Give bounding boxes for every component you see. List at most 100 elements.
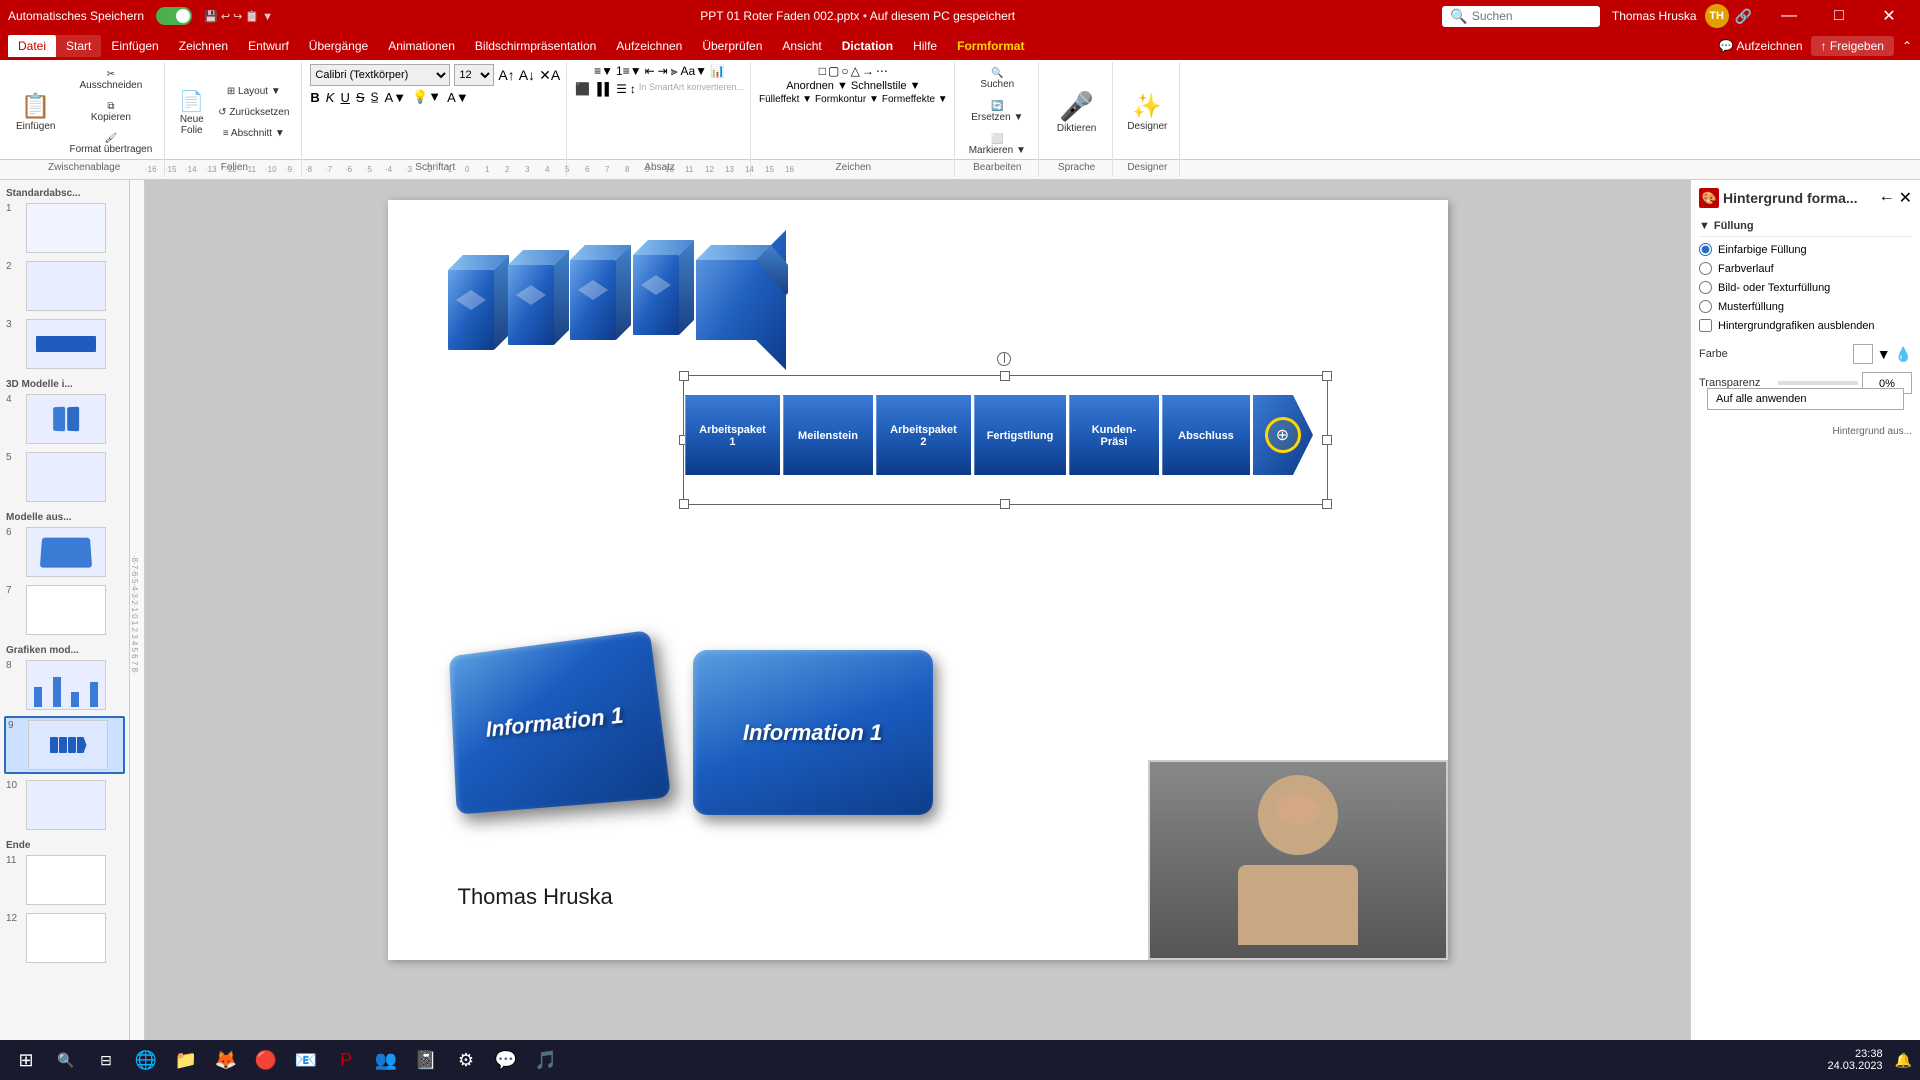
process-flow[interactable]: Arbeitspaket1 Meilenstein Arbeitspaket2 … bbox=[685, 375, 1323, 495]
fill-image-radio[interactable] bbox=[1699, 281, 1712, 294]
rotate-handle[interactable] bbox=[997, 352, 1011, 366]
slide-thumb-1[interactable]: 1 bbox=[4, 201, 125, 255]
color-dropdown[interactable]: ▼ bbox=[1877, 346, 1891, 362]
info-box-1[interactable]: Information 1 bbox=[448, 640, 658, 805]
decrease-font-button[interactable]: A↓ bbox=[519, 67, 535, 83]
search-taskbar-button[interactable]: 🔍 bbox=[48, 1042, 84, 1078]
hide-graphics-check[interactable] bbox=[1699, 319, 1712, 332]
bold-button[interactable]: B bbox=[310, 90, 319, 105]
slide-thumb-12[interactable]: 12 bbox=[4, 911, 125, 965]
menu-start[interactable]: Start bbox=[56, 35, 101, 57]
maximize-button[interactable]: □ bbox=[1816, 0, 1862, 32]
slide-thumb-4[interactable]: 4 bbox=[4, 392, 125, 446]
menu-aufzeichnen[interactable]: Aufzeichnen bbox=[606, 35, 692, 57]
text-direction-button[interactable]: Aa▼ bbox=[680, 64, 707, 79]
share-icon[interactable]: 🔗 bbox=[1735, 8, 1752, 25]
font-family-select[interactable]: Calibri (Textkörper) bbox=[310, 64, 450, 86]
font-color-button[interactable]: A▼ bbox=[385, 90, 407, 105]
panel-close-button[interactable]: ✕ bbox=[1899, 188, 1912, 208]
clear-format-button[interactable]: ✕A bbox=[539, 67, 560, 84]
indent-more-button[interactable]: ⇥ bbox=[658, 64, 668, 79]
process-box-2[interactable]: Meilenstein bbox=[783, 395, 873, 475]
search-input[interactable] bbox=[1472, 9, 1592, 23]
abschnitt-button[interactable]: ≡ Abschnitt ▼ bbox=[212, 124, 295, 143]
slide-thumb-7[interactable]: 7 bbox=[4, 583, 125, 637]
firefox-button[interactable]: 🦊 bbox=[208, 1042, 244, 1078]
shape-triangle[interactable]: △ bbox=[851, 64, 860, 78]
designer-button[interactable]: ✨ Designer bbox=[1121, 84, 1173, 140]
apply-all-button[interactable]: Auf alle anwenden bbox=[1707, 388, 1904, 410]
shape-circle[interactable]: ○ bbox=[841, 64, 848, 78]
font-color2-button[interactable]: A▼ bbox=[447, 90, 469, 105]
info-box-2[interactable]: Information 1 bbox=[693, 650, 933, 815]
slide-thumb-11[interactable]: 11 bbox=[4, 853, 125, 907]
layout-button[interactable]: ⊞ Layout ▼ bbox=[212, 82, 295, 101]
panel-back-button[interactable]: ← bbox=[1879, 188, 1895, 208]
font-size-select[interactable]: 12 bbox=[454, 64, 494, 86]
fuelleffekt-button[interactable]: Fülleffekt ▼ bbox=[759, 94, 812, 105]
fill-solid-radio[interactable] bbox=[1699, 243, 1712, 256]
fill-pattern-radio[interactable] bbox=[1699, 300, 1712, 313]
ersetzen-button[interactable]: 🔄 Ersetzen ▼ bbox=[965, 97, 1029, 127]
diktieren-button[interactable]: 🎤 Diktieren bbox=[1047, 82, 1106, 142]
fill-option-hide[interactable]: Hintergrundgrafiken ausblenden bbox=[1699, 319, 1912, 332]
menu-formformat[interactable]: Formformat bbox=[947, 35, 1034, 57]
misc3-button[interactable]: 🎵 bbox=[528, 1042, 564, 1078]
shape-rect[interactable]: □ bbox=[819, 64, 826, 78]
list-bullet-button[interactable]: ≡▼ bbox=[594, 64, 613, 79]
3d-arrow-shape[interactable] bbox=[438, 230, 788, 380]
columns-button[interactable]: ⫸ bbox=[671, 64, 678, 79]
outlook-button[interactable]: 📧 bbox=[288, 1042, 324, 1078]
slide-thumb-3[interactable]: 3 bbox=[4, 317, 125, 371]
color-picker[interactable] bbox=[1853, 344, 1873, 364]
ribbon-collapse-button[interactable]: ⌃ bbox=[1902, 39, 1912, 53]
menu-uebergaenge[interactable]: Übergänge bbox=[299, 35, 378, 57]
autosave-toggle[interactable] bbox=[156, 7, 192, 25]
chrome-button[interactable]: 🔴 bbox=[248, 1042, 284, 1078]
search-box[interactable]: 🔍 bbox=[1442, 6, 1599, 27]
process-box-6[interactable]: Abschluss bbox=[1162, 395, 1250, 475]
align-left-button[interactable]: ⬛ bbox=[575, 82, 590, 96]
powerpoint-button[interactable]: P bbox=[328, 1042, 364, 1078]
markieren-button[interactable]: ⬜ Markieren ▼ bbox=[963, 130, 1032, 160]
ausschneiden-button[interactable]: ✂ Ausschneiden bbox=[63, 65, 158, 95]
process-box-5[interactable]: Kunden-Präsi bbox=[1069, 395, 1159, 475]
suchen-button[interactable]: 🔍 Suchen bbox=[974, 64, 1020, 94]
slide-thumb-8[interactable]: 8 bbox=[4, 658, 125, 712]
menu-dictation[interactable]: Dictation bbox=[832, 35, 903, 57]
formkontur-button[interactable]: Formkontur ▼ bbox=[815, 94, 879, 105]
notification-button[interactable]: 🔔 bbox=[1895, 1052, 1912, 1069]
slide-thumb-2[interactable]: 2 bbox=[4, 259, 125, 313]
share-button[interactable]: ↑ Freigeben bbox=[1811, 36, 1894, 56]
increase-font-button[interactable]: A↑ bbox=[498, 67, 514, 83]
kopieren-button[interactable]: ⧉ Kopieren bbox=[63, 97, 158, 127]
menu-datei[interactable]: Datei bbox=[8, 35, 56, 57]
process-box-3[interactable]: Arbeitspaket2 bbox=[876, 395, 971, 475]
color-eyedropper[interactable]: 💧 bbox=[1895, 346, 1912, 363]
list-number-button[interactable]: 1≡▼ bbox=[616, 64, 642, 79]
strikethrough-button[interactable]: S bbox=[356, 90, 365, 105]
fill-option-gradient[interactable]: Farbverlauf bbox=[1699, 262, 1912, 275]
underline-button[interactable]: U bbox=[340, 90, 349, 105]
process-box-4[interactable]: Fertigstllung bbox=[974, 395, 1066, 475]
canvas-area[interactable]: Arbeitspaket1 Meilenstein Arbeitspaket2 … bbox=[145, 180, 1690, 1050]
taskview-button[interactable]: ⊟ bbox=[88, 1042, 124, 1078]
slide-thumb-10[interactable]: 10 bbox=[4, 778, 125, 832]
fill-option-image[interactable]: Bild- oder Texturfüllung bbox=[1699, 281, 1912, 294]
shape-more[interactable]: ⋯ bbox=[876, 64, 888, 78]
einfuegen-button[interactable]: 📋 Einfügen bbox=[10, 84, 61, 140]
transparency-slider[interactable] bbox=[1778, 381, 1858, 385]
menu-ueberpruefen[interactable]: Überprüfen bbox=[692, 35, 772, 57]
edge-button[interactable]: 🌐 bbox=[128, 1042, 164, 1078]
italic-button[interactable]: K bbox=[326, 90, 335, 105]
align-center-button[interactable]: ▐ bbox=[593, 82, 602, 96]
fill-gradient-radio[interactable] bbox=[1699, 262, 1712, 275]
process-box-1[interactable]: Arbeitspaket1 bbox=[685, 395, 780, 475]
align-right-button[interactable]: ▌ bbox=[605, 82, 614, 96]
misc1-button[interactable]: ⚙ bbox=[448, 1042, 484, 1078]
shape-arrow[interactable]: → bbox=[862, 64, 874, 78]
formeffekte-button[interactable]: Formeffekte ▼ bbox=[882, 94, 948, 105]
onenote-button[interactable]: 📓 bbox=[408, 1042, 444, 1078]
menu-einfuegen[interactable]: Einfügen bbox=[101, 35, 168, 57]
highlight-button[interactable]: 💡▼ bbox=[412, 89, 441, 105]
